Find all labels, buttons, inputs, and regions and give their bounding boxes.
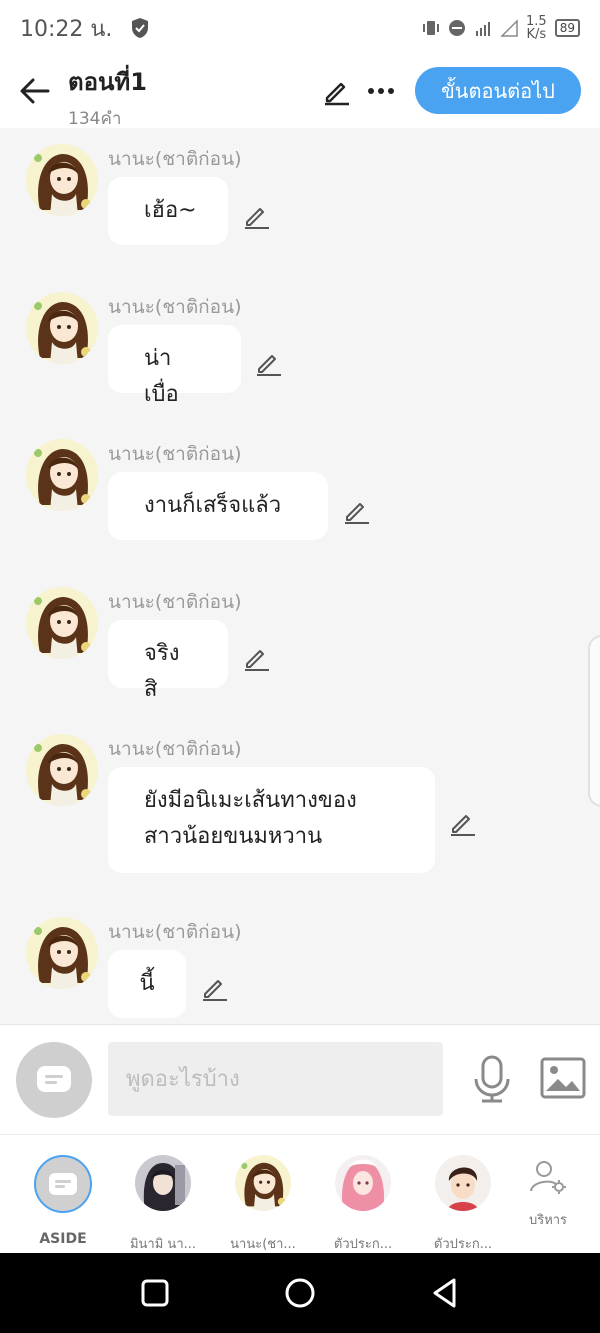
character-aside[interactable]: ASIDE [13,1155,113,1247]
back-arrow-icon[interactable] [18,74,52,108]
system-navigation-bar [0,1253,600,1333]
character-avatar [135,1155,191,1211]
sender-name: นานะ(ชาติก่อน) [108,296,242,318]
more-options-icon[interactable] [366,76,396,106]
chat-bubble-icon [49,1173,77,1195]
message-text: เฮ้อ~ [144,198,197,223]
edit-pencil-icon[interactable] [322,76,352,106]
edit-message-icon[interactable] [201,974,229,1002]
battery-indicator: 89 [554,19,580,37]
sender-name: นานะ(ชาติก่อน) [108,738,242,760]
signal-4g-icon [476,22,491,36]
top-app-bar: ตอนที่1 134คำ ขั้นตอนต่อไป [0,56,600,129]
character-avatar[interactable] [26,439,98,511]
chat-mode-button[interactable] [16,1042,92,1118]
character-avatar[interactable] [26,917,98,989]
chat-bubble-icon [37,1066,71,1092]
signal-empty-icon [500,19,518,37]
character-avatar [435,1155,491,1211]
sender-name: นานะ(ชาติก่อน) [108,443,242,465]
character-minami[interactable]: มินามิ นา... [113,1155,213,1254]
home-icon[interactable] [282,1275,318,1311]
side-drawer-handle[interactable] [588,635,600,807]
word-count: 134คำ [68,109,122,129]
back-triangle-icon[interactable] [427,1275,463,1311]
network-speed: 1.5 K/s [526,14,547,42]
edit-message-icon[interactable] [243,644,271,672]
message-text: สาวน้อยขนมหวาน [144,824,323,849]
edit-message-icon[interactable] [343,497,371,525]
message-input[interactable] [108,1042,443,1116]
status-time: 10:22 น. [20,16,113,42]
next-step-button[interactable]: ขั้นตอนต่อไป [415,67,581,114]
message-text: งานก็เสร็จแล้ว [144,493,282,518]
image-icon[interactable] [540,1057,586,1099]
message-bubble[interactable]: ยังมีอนิเมะเส้นทางของ สาวน้อยขนมหวาน [108,767,435,873]
character-selector-bar: ASIDE มินามิ นา... นานะ(ชา... ตัวประก... [0,1134,600,1253]
sender-name: นานะ(ชาติก่อน) [108,148,242,170]
character-avatar[interactable] [26,734,98,806]
sender-name: นานะ(ชาติก่อน) [108,591,242,613]
character-label: ตัวประก... [333,1237,393,1252]
character-avatar [235,1155,291,1211]
message-text: ยังมีอนิเมะเส้นทางของ [144,788,357,813]
message-text: จริงสิ [144,641,180,702]
edit-message-icon[interactable] [449,809,477,837]
aside-avatar [34,1155,92,1213]
chapter-title-block: ตอนที่1 134คำ [68,62,147,132]
vibrate-icon [423,21,440,35]
character-label: บริหาร [528,1213,568,1228]
edit-message-icon[interactable] [255,349,283,377]
character-avatar[interactable] [26,144,98,216]
message-bubble[interactable]: เฮ้อ~ [108,177,228,245]
manage-characters-button[interactable]: บริหาร [498,1157,598,1230]
message-bubble[interactable]: งานก็เสร็จแล้ว [108,472,328,540]
sender-name: นานะ(ชาติก่อน) [108,921,242,943]
character-avatar[interactable] [26,292,98,364]
character-avatar [335,1155,391,1211]
shield-icon [132,18,149,38]
character-label: ตัวประก... [433,1237,493,1252]
status-bar: 10:22 น. 1.5 K/s 89 [0,0,600,56]
character-label: มินามิ นา... [129,1237,197,1252]
microphone-icon[interactable] [470,1055,514,1103]
character-avatar[interactable] [26,587,98,659]
edit-message-icon[interactable] [243,202,271,230]
character-label: ASIDE [39,1231,87,1247]
character-nana[interactable]: นานะ(ชา... [213,1155,313,1254]
user-settings-icon [530,1161,566,1194]
message-text: นี้ [139,971,155,996]
message-bubble[interactable]: น่าเบื่อ [108,325,241,407]
character-label: นานะ(ชา... [230,1237,296,1252]
dnd-icon [449,20,466,36]
chapter-title: ตอนที่1 [68,68,147,96]
message-bubble[interactable]: นี้ [108,950,186,1018]
character-extra-1[interactable]: ตัวประก... [313,1155,413,1254]
message-bubble[interactable]: จริงสิ [108,620,228,702]
message-text: น่าเบื่อ [144,346,179,407]
message-input-bar [0,1024,600,1134]
recents-icon[interactable] [137,1275,173,1311]
